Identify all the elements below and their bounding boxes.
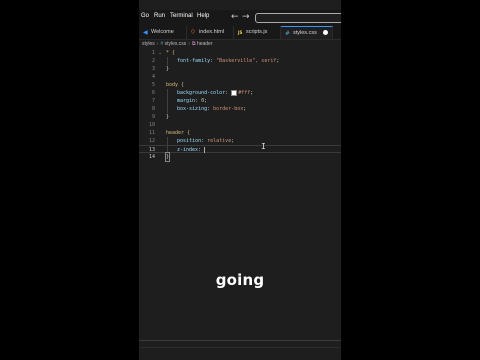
- html-file-icon: ⟨⟩: [191, 29, 195, 35]
- fold-chevron-icon[interactable]: ⌄: [158, 49, 162, 57]
- tab-label: index.html: [199, 29, 225, 35]
- css-value: "Baskerville", serif: [216, 58, 277, 64]
- panel-divider[interactable]: [139, 340, 341, 341]
- code-text: box-sizing: border-box;: [177, 106, 247, 112]
- color-swatch-icon[interactable]: [231, 89, 238, 96]
- code-text: }: [166, 66, 170, 72]
- tab-label: styles.css: [293, 30, 317, 36]
- code-line[interactable]: 10: [139, 121, 341, 129]
- code-line[interactable]: 3 }: [139, 65, 341, 73]
- code-line[interactable]: 2 font-family: "Baskerville", serif;: [139, 57, 341, 65]
- line-number: 1: [151, 50, 155, 56]
- css-property: background-color: [177, 90, 226, 96]
- editor-tab-bar: ◀ Welcome ⟨⟩ index.html JS scripts.js # …: [139, 26, 341, 40]
- line-number: 2: [151, 58, 155, 64]
- code-text: }: [164, 152, 171, 162]
- code-line[interactable]: 5 body {: [139, 81, 341, 89]
- tab-welcome[interactable]: ◀ Welcome: [139, 26, 187, 39]
- code-line[interactable]: 14 }: [139, 152, 341, 162]
- video-caption: going: [215, 271, 265, 289]
- command-center-search[interactable]: [255, 13, 341, 23]
- back-arrow-icon[interactable]: ←: [231, 11, 239, 23]
- code-line[interactable]: 1 ⌄ * {: [139, 49, 341, 57]
- css-property: position: [177, 138, 202, 144]
- js-file-icon: JS: [238, 30, 243, 35]
- line-number: 6: [151, 90, 155, 96]
- css-value: relative: [207, 138, 232, 144]
- unsaved-dot-icon[interactable]: [323, 30, 328, 35]
- menu-help[interactable]: Help: [197, 13, 209, 19]
- tab-styles-css[interactable]: # styles.css: [281, 26, 333, 39]
- status-bar-edge: [139, 347, 341, 348]
- line-number: 9: [151, 114, 155, 120]
- code-line[interactable]: 6 background-color: #fff;: [139, 89, 341, 97]
- css-property: margin: [177, 98, 196, 104]
- code-line[interactable]: 12 position: relative;: [139, 137, 341, 145]
- vscode-window: Go Run Terminal Help ← → ◀ Welcome ⟨⟩ in…: [139, 0, 341, 360]
- breadcrumb-folder[interactable]: styles: [142, 41, 155, 47]
- line-number: 8: [151, 106, 155, 112]
- line-number: 7: [151, 98, 155, 104]
- code-line[interactable]: 7 margin: 0;: [139, 97, 341, 105]
- line-number: 10: [148, 122, 155, 128]
- code-text: font-family: "Baskerville", serif;: [177, 58, 280, 64]
- breadcrumb: styles › # styles.css › ⧉ header: [142, 41, 213, 48]
- breadcrumb-file[interactable]: styles.css: [165, 41, 187, 47]
- tab-label: scripts.js: [246, 29, 268, 35]
- menu-run[interactable]: Run: [154, 13, 165, 19]
- menu-go[interactable]: Go: [141, 13, 149, 19]
- css-property: box-sizing: [177, 106, 208, 112]
- menu-terminal[interactable]: Terminal: [170, 13, 193, 19]
- tab-label: Welcome: [151, 29, 174, 35]
- chevron-right-icon: ›: [188, 41, 190, 47]
- mouse-ibeam-icon: I: [261, 142, 266, 151]
- css-file-icon: #: [160, 41, 164, 47]
- line-number: 4: [151, 74, 155, 80]
- code-line[interactable]: 4: [139, 73, 341, 81]
- code-line-current[interactable]: 13 z-index:: [139, 145, 341, 153]
- text-cursor: [204, 146, 206, 153]
- line-number: 11: [148, 130, 155, 136]
- code-text: body {: [166, 82, 185, 88]
- tab-index-html[interactable]: ⟨⟩ index.html: [187, 26, 234, 39]
- code-text: position: relative;: [177, 138, 235, 144]
- code-text: }: [166, 114, 170, 120]
- line-number: 3: [151, 66, 155, 72]
- menu-bar: Go Run Terminal Help ← →: [139, 10, 341, 26]
- css-value: #fff: [238, 90, 251, 96]
- code-text: margin: 0;: [177, 98, 208, 104]
- chevron-right-icon: ›: [156, 41, 159, 47]
- tab-scripts-js[interactable]: JS scripts.js: [234, 26, 281, 39]
- code-line[interactable]: 9 }: [139, 113, 341, 121]
- css-value: border-box: [213, 106, 244, 112]
- forward-arrow-icon[interactable]: →: [242, 11, 250, 23]
- line-number: 5: [151, 82, 155, 88]
- code-line[interactable]: 8 box-sizing: border-box;: [139, 105, 341, 113]
- code-text: header {: [166, 130, 191, 136]
- line-number: 14: [148, 154, 155, 160]
- symbol-selector-icon: ⧉: [191, 41, 196, 47]
- line-number: 12: [148, 138, 155, 144]
- code-text: * {: [166, 50, 176, 56]
- code-editor[interactable]: 1 ⌄ * { 2 font-family: "Baskerville", se…: [139, 49, 341, 349]
- css-file-icon: #: [285, 30, 291, 37]
- code-text: background-color: #fff;: [177, 89, 254, 96]
- vscode-icon: ◀: [143, 29, 148, 36]
- css-property: font-family: [177, 58, 211, 64]
- breadcrumb-symbol[interactable]: header: [197, 41, 213, 47]
- code-line[interactable]: 11 header {: [139, 129, 341, 137]
